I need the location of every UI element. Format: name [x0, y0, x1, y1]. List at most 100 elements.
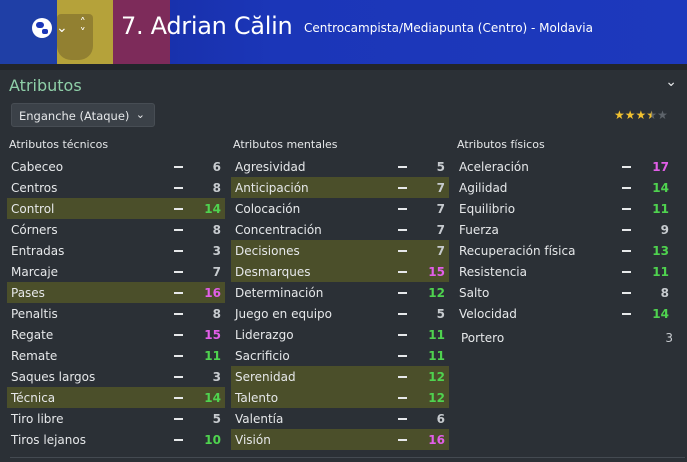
globe-icon[interactable]	[32, 18, 52, 38]
attribute-row[interactable]: Concentración 7	[231, 219, 449, 240]
attribute-label: Talento	[235, 391, 279, 405]
attribute-trend-dash	[398, 187, 407, 189]
attribute-value: 14	[652, 307, 669, 321]
attribute-value: 11	[428, 349, 445, 363]
attribute-trend-dash	[174, 187, 183, 189]
attribute-value: 10	[204, 433, 221, 447]
column-title: Atributos mentales	[233, 138, 338, 151]
attribute-row[interactable]: Colocación 7	[231, 198, 449, 219]
attribute-label: Determinación	[235, 286, 324, 300]
attribute-trend-dash	[398, 271, 407, 273]
attribute-label: Equilibrio	[459, 202, 516, 216]
divider	[0, 64, 687, 70]
attribute-trend-dash	[398, 229, 407, 231]
attribute-value: 7	[436, 202, 445, 216]
attribute-row[interactable]: Tiros lejanos 10	[7, 429, 225, 450]
attribute-trend-dash	[398, 334, 407, 336]
star-icon: ★	[614, 108, 625, 122]
attribute-label: Colocación	[235, 202, 301, 216]
attribute-trend-dash	[174, 271, 183, 273]
attribute-label: Cabeceo	[11, 160, 64, 174]
attribute-row[interactable]: Sacrificio 11	[231, 345, 449, 366]
attribute-row[interactable]: Entradas 3	[7, 240, 225, 261]
attribute-trend-dash	[622, 229, 631, 231]
role-dropdown[interactable]: Enganche (Ataque) ⌄	[11, 103, 155, 127]
attribute-value: 6	[436, 412, 445, 426]
attribute-row[interactable]: Cabeceo 6	[7, 156, 225, 177]
chevron-down-icon[interactable]: ⌄	[665, 74, 677, 90]
attribute-label: Penaltis	[11, 307, 58, 321]
attribute-trend-dash	[398, 439, 407, 441]
attribute-trend-dash	[622, 250, 631, 252]
attribute-row[interactable]: Saques largos 3	[7, 366, 225, 387]
attribute-label: Agilidad	[459, 181, 508, 195]
attribute-value: 16	[428, 433, 445, 447]
attribute-row[interactable]: Anticipación 7	[231, 177, 449, 198]
attribute-row[interactable]: Agilidad 14	[455, 177, 673, 198]
attribute-row[interactable]: Remate 11	[7, 345, 225, 366]
attribute-label: Decisiones	[235, 244, 300, 258]
attribute-label: Pases	[11, 286, 45, 300]
attribute-trend-dash	[398, 376, 407, 378]
attribute-row[interactable]: Visión 16	[231, 429, 449, 450]
attribute-row[interactable]: Aceleración 17	[455, 156, 673, 177]
attribute-trend-dash	[174, 292, 183, 294]
attribute-row[interactable]: Desmarques 15	[231, 261, 449, 282]
attribute-value: 14	[204, 391, 221, 405]
attribute-row[interactable]: Juego en equipo 5	[231, 303, 449, 324]
attribute-trend-dash	[174, 439, 183, 441]
attribute-label: Tiro libre	[11, 412, 64, 426]
attribute-row[interactable]: Talento 12	[231, 387, 449, 408]
attribute-row[interactable]: Velocidad 14	[455, 303, 673, 324]
attribute-row[interactable]: Regate 15	[7, 324, 225, 345]
attribute-row[interactable]: Salto 8	[455, 282, 673, 303]
attribute-row[interactable]: Córners 8	[7, 219, 225, 240]
attribute-value: 6	[212, 160, 221, 174]
attribute-row[interactable]: Centros 8	[7, 177, 225, 198]
attribute-trend-dash	[174, 355, 183, 357]
attribute-row[interactable]: Resistencia 11	[455, 261, 673, 282]
attribute-trend-dash	[174, 229, 183, 231]
attribute-label: Saques largos	[11, 370, 96, 384]
attribute-row[interactable]: Equilibrio 11	[455, 198, 673, 219]
attribute-value: 7	[436, 181, 445, 195]
attribute-row[interactable]: Agresividad 5	[231, 156, 449, 177]
attribute-value: 13	[652, 244, 669, 258]
physical-attributes-column: Atributos físicos Aceleración 17 Agilidad 1…	[455, 138, 673, 324]
attribute-trend-dash	[622, 166, 631, 168]
attribute-row[interactable]: Determinación 12	[231, 282, 449, 303]
up-down-arrows-icon[interactable]: ˄ ˅	[80, 17, 86, 39]
attribute-label: Concentración	[235, 223, 322, 237]
attribute-row[interactable]: Liderazgo 11	[231, 324, 449, 345]
attribute-row[interactable]: Técnica 14	[7, 387, 225, 408]
attribute-label: Fuerza	[459, 223, 499, 237]
attribute-value: 16	[204, 286, 221, 300]
attribute-row[interactable]: Decisiones 7	[231, 240, 449, 261]
chevron-down-icon[interactable]: ⌄	[56, 20, 68, 36]
attribute-label: Serenidad	[235, 370, 296, 384]
attribute-row[interactable]: Valentía 6	[231, 408, 449, 429]
attribute-row[interactable]: Recuperación física 13	[455, 240, 673, 261]
attribute-trend-dash	[622, 292, 631, 294]
attribute-row[interactable]: Marcaje 7	[7, 261, 225, 282]
attribute-trend-dash	[398, 418, 407, 420]
attribute-row[interactable]: Penaltis 8	[7, 303, 225, 324]
attribute-row[interactable]: Pases 16	[7, 282, 225, 303]
attribute-row[interactable]: Fuerza 9	[455, 219, 673, 240]
attribute-value: 5	[212, 412, 221, 426]
attribute-trend-dash	[174, 208, 183, 210]
role-rating-stars: ★ ★ ★ ★ ★	[614, 108, 668, 122]
attribute-row[interactable]: Tiro libre 5	[7, 408, 225, 429]
attribute-label: Remate	[11, 349, 58, 363]
star-icon: ★	[646, 108, 658, 122]
attribute-label: Juego en equipo	[235, 307, 333, 321]
attribute-row[interactable]: Control 14	[7, 198, 225, 219]
attribute-label: Velocidad	[459, 307, 517, 321]
attribute-trend-dash	[398, 355, 407, 357]
attribute-label: Liderazgo	[235, 328, 294, 342]
attribute-value: 3	[212, 370, 221, 384]
attribute-trend-dash	[174, 166, 183, 168]
attribute-row[interactable]: Serenidad 12	[231, 366, 449, 387]
attribute-label: Portero	[461, 331, 505, 345]
attribute-value: 9	[660, 223, 669, 237]
